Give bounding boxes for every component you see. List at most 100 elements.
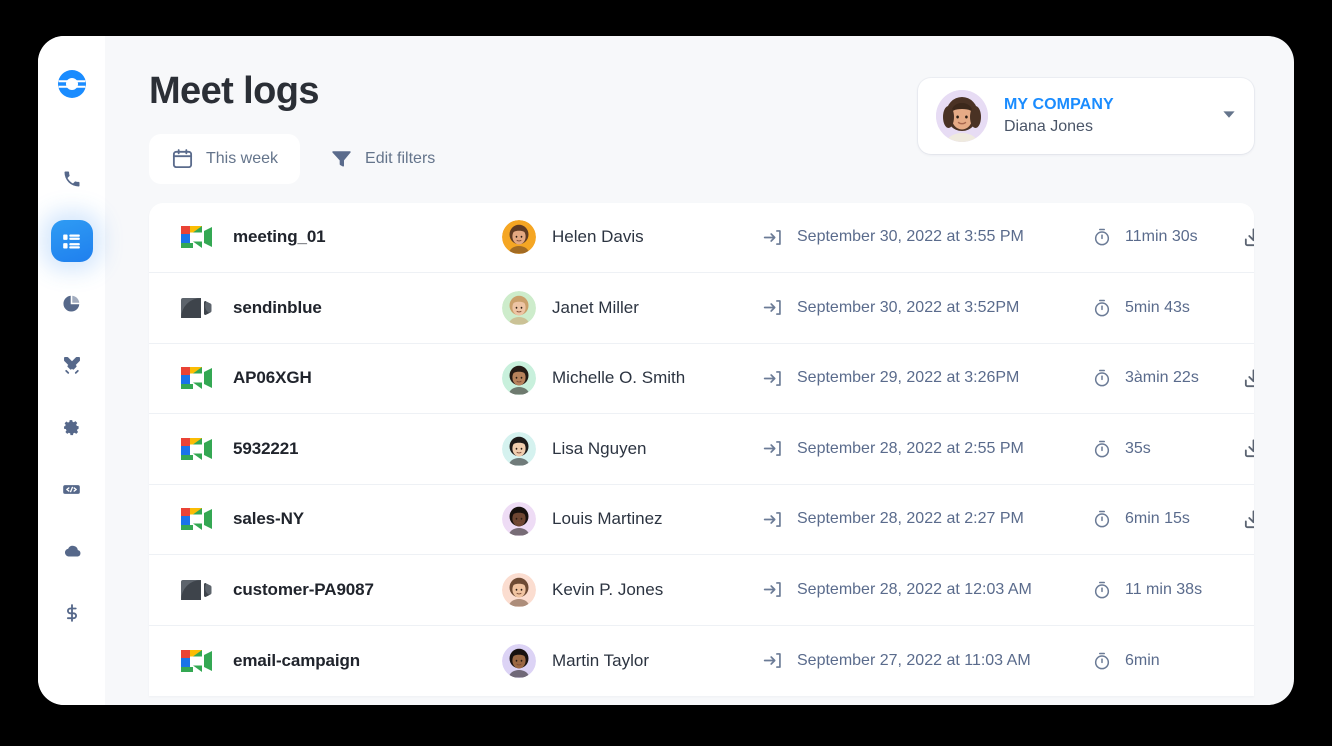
- stopwatch-icon: [1092, 580, 1112, 600]
- action-cell: [1242, 437, 1254, 460]
- date-text: September 30, 2022 at 3:55 PM: [797, 228, 1024, 246]
- duration-text: 5min 43s: [1125, 298, 1190, 316]
- meeting-name: 5932221: [233, 438, 299, 458]
- meeting-cell: sendinblue: [177, 293, 502, 323]
- duration-cell: 35s: [1092, 439, 1242, 459]
- table-row[interactable]: email-campaign Martin Taylor September 2…: [149, 626, 1254, 697]
- user-account-card[interactable]: MY COMPANY Diana Jones: [918, 78, 1254, 154]
- avatar: [502, 431, 536, 466]
- filter-this-week[interactable]: This week: [149, 133, 301, 184]
- action-cell: [1242, 508, 1254, 531]
- action-cell: [1242, 649, 1254, 672]
- avatar: [502, 643, 536, 678]
- duration-cell: 11 min 38s: [1092, 580, 1242, 600]
- person-name: Kevin P. Jones: [552, 579, 664, 599]
- duration-text: 6min: [1125, 651, 1160, 669]
- login-arrow-icon: [762, 438, 783, 459]
- chevron-down-icon[interactable]: [1212, 105, 1238, 128]
- sidebar-item-billing[interactable]: [51, 592, 93, 634]
- action-cell: [1242, 226, 1254, 249]
- person-name: Martin Taylor: [552, 650, 649, 670]
- duration-text: 3àmin 22s: [1125, 369, 1199, 387]
- date-text: September 30, 2022 at 3:52PM: [797, 298, 1020, 316]
- duration-text: 35s: [1125, 439, 1151, 457]
- avatar: [502, 290, 536, 325]
- duration-text: 11 min 38s: [1125, 580, 1203, 598]
- login-arrow-icon: [762, 368, 783, 389]
- date-cell: September 30, 2022 at 3:55 PM: [762, 227, 1092, 248]
- stopwatch-icon: [1092, 439, 1112, 459]
- download-icon[interactable]: [1242, 226, 1254, 249]
- duration-cell: 6min: [1092, 651, 1242, 671]
- stopwatch-icon: [1092, 651, 1112, 671]
- table-row[interactable]: AP06XGH Michelle O. Smith September 29, …: [149, 344, 1254, 415]
- person-name: Janet Miller: [552, 297, 639, 317]
- list-icon: [61, 231, 82, 252]
- person-cell: Kevin P. Jones: [502, 572, 762, 607]
- person-cell: Helen Davis: [502, 220, 762, 255]
- stopwatch-icon: [1092, 509, 1112, 529]
- date-cell: September 28, 2022 at 12:03 AM: [762, 579, 1092, 600]
- table-row[interactable]: sales-NY Louis Martinez September 28, 20…: [149, 485, 1254, 556]
- google-meet-icon: [177, 646, 215, 676]
- table-row[interactable]: customer-PA9087 Kevin P. Jones September…: [149, 555, 1254, 626]
- filter-this-week-label: This week: [206, 149, 279, 167]
- duration-cell: 6min 15s: [1092, 509, 1242, 529]
- avatar: [502, 572, 536, 607]
- person-cell: Lisa Nguyen: [502, 431, 762, 466]
- date-text: September 28, 2022 at 2:27 PM: [797, 510, 1024, 528]
- login-arrow-icon: [762, 650, 783, 671]
- code-icon: [61, 479, 82, 500]
- refresh-circle-logo-icon[interactable]: [54, 66, 90, 102]
- date-cell: September 28, 2022 at 2:27 PM: [762, 509, 1092, 530]
- meeting-name: sales-NY: [233, 509, 305, 529]
- person-cell: Louis Martinez: [502, 502, 762, 537]
- stopwatch-icon: [1092, 368, 1112, 388]
- meeting-name: customer-PA9087: [233, 579, 374, 599]
- date-cell: September 27, 2022 at 11:03 AM: [762, 650, 1092, 671]
- sidebar-item-stats[interactable]: [51, 282, 93, 324]
- avatar: [502, 220, 536, 255]
- duration-cell: 11min 30s: [1092, 227, 1242, 247]
- table-row[interactable]: meeting_01 Helen Davis September 30, 202…: [149, 203, 1254, 274]
- date-text: September 28, 2022 at 2:55 PM: [797, 439, 1024, 457]
- sidebar-item-campaigns[interactable]: [51, 344, 93, 386]
- download-icon[interactable]: [1242, 437, 1254, 460]
- meeting-name: sendinblue: [233, 297, 322, 317]
- meeting-name: email-campaign: [233, 650, 361, 670]
- login-arrow-icon: [762, 579, 783, 600]
- crossed-swords-icon: [62, 355, 82, 375]
- meeting-cell: meeting_01: [177, 222, 502, 252]
- person-cell: Michelle O. Smith: [502, 361, 762, 396]
- sidebar-item-settings[interactable]: [51, 406, 93, 448]
- google-meet-icon: [177, 434, 215, 464]
- sidebar-item-developers[interactable]: [51, 468, 93, 510]
- person-cell: Janet Miller: [502, 290, 762, 325]
- download-icon[interactable]: [1242, 508, 1254, 531]
- duration-cell: 5min 43s: [1092, 298, 1242, 318]
- video-camera-icon: [177, 575, 215, 605]
- user-company: MY COMPANY: [1004, 95, 1114, 113]
- table-row[interactable]: 5932221 Lisa Nguyen September 28, 2022 a…: [149, 414, 1254, 485]
- google-meet-icon: [177, 504, 215, 534]
- user-name: Diana Jones: [1004, 118, 1093, 136]
- phone-icon: [62, 169, 82, 189]
- sidebar-item-logs[interactable]: [50, 220, 93, 262]
- stopwatch-icon: [1092, 227, 1112, 247]
- table-row[interactable]: sendinblue Janet Miller September 30, 20…: [149, 273, 1254, 344]
- meeting-cell: customer-PA9087: [177, 575, 502, 605]
- sidebar-item-cloud[interactable]: [51, 530, 93, 572]
- user-meta: MY COMPANY Diana Jones: [1004, 94, 1212, 139]
- meeting-cell: AP06XGH: [177, 363, 502, 393]
- person-name: Lisa Nguyen: [552, 438, 647, 458]
- action-cell: [1242, 367, 1254, 390]
- sidebar-item-calls[interactable]: [51, 158, 93, 200]
- duration-text: 11min 30s: [1125, 228, 1198, 246]
- filter-edit-filters[interactable]: Edit filters: [308, 134, 457, 184]
- person-cell: Martin Taylor: [502, 643, 762, 678]
- google-meet-icon: [177, 363, 215, 393]
- cloud-icon: [61, 540, 83, 562]
- download-icon[interactable]: [1242, 367, 1254, 390]
- avatar: [502, 361, 536, 396]
- google-meet-icon: [177, 222, 215, 252]
